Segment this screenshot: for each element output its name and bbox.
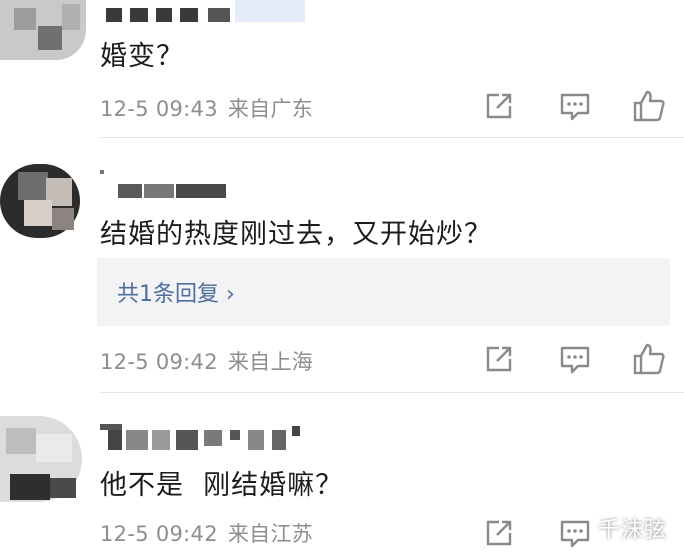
divider [100,392,684,393]
comment-icon[interactable] [558,516,592,550]
comment-icon[interactable] [558,342,592,376]
avatar[interactable] [0,412,86,508]
reply-count-label: 共1条回复 › [117,282,235,307]
comment-text: 他不是 刚结婚嘛？ [100,470,344,501]
thumbs-up-icon[interactable] [632,89,666,123]
avatar[interactable] [0,0,86,62]
comment-actions [480,89,670,123]
watermark: 千沫弦 [598,518,668,543]
share-icon[interactable] [482,516,516,550]
comment-icon[interactable] [558,89,592,123]
avatar[interactable] [0,158,86,242]
comment-location: 来自江苏 [227,522,314,546]
share-icon[interactable] [482,342,516,376]
comment-meta: 12-5 09:42 来自上海 [100,346,313,376]
comment-location: 来自上海 [227,350,314,374]
comment-time: 12-5 09:43 [100,97,218,121]
divider [100,137,684,138]
comment-time: 12-5 09:42 [100,350,218,374]
comment-meta: 12-5 09:43 来自广东 [100,93,313,123]
reply-thread-link[interactable]: 共1条回复 › [97,258,670,326]
comment-time: 12-5 09:42 [100,522,218,546]
comment-meta: 12-5 09:42 来自江苏 [100,518,313,548]
comment-location: 来自广东 [227,97,314,121]
comment-text: 婚变？ [100,41,184,72]
share-icon[interactable] [482,89,516,123]
comment-text: 结婚的热度刚过去，又开始炒？ [100,219,492,250]
thumbs-up-icon[interactable] [632,342,666,376]
comment-actions [480,342,670,376]
